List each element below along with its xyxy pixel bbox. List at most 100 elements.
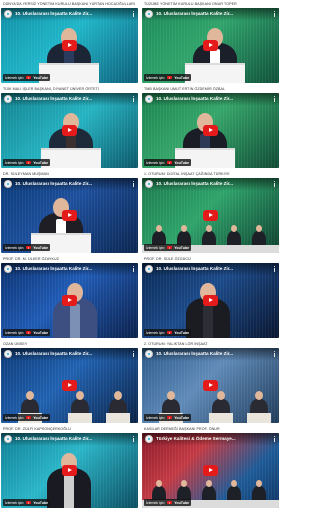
more-options-icon[interactable] (133, 11, 135, 18)
youtube-label: YouTube (174, 160, 190, 165)
channel-logo-icon[interactable] (145, 95, 153, 103)
more-options-icon[interactable] (274, 181, 276, 188)
watch-on-youtube-button[interactable]: İzlemek için: YouTube (144, 159, 192, 166)
watch-on-youtube-button[interactable]: İzlemek için: YouTube (3, 159, 51, 166)
video-embed[interactable]: 10. Uluslararası İnşaatta Kalite Zir... İ… (1, 348, 138, 423)
watch-on-youtube-button[interactable]: İzlemek için: YouTube (3, 414, 51, 421)
channel-logo-icon[interactable] (145, 265, 153, 273)
more-options-icon[interactable] (274, 436, 276, 443)
watch-on-label: İzlemek için: (146, 330, 166, 335)
video-caption: 2. OTURUM: YALIKTAN LÖR İNŞAAT (144, 342, 208, 346)
video-card[interactable]: 1. OTURUM: DİJİTAL İNŞAAT ÇAĞINDA TÜRKİY… (142, 170, 279, 254)
video-card[interactable]: PROF. DR. ZÜLFİ KAPSONÇERKOĞLU 10. Ulusla… (1, 425, 138, 509)
video-card[interactable]: DR. SÜLEYMAN MUŞMAN 10. Uluslararası İnşa… (1, 170, 138, 254)
watch-on-youtube-button[interactable]: İzlemek için: YouTube (144, 414, 192, 421)
more-options-icon[interactable] (133, 96, 135, 103)
more-options-icon[interactable] (274, 266, 276, 273)
video-caption: KASİLAR DERNEĞİ BAŞKANI PROF. ÖNUR (144, 427, 220, 431)
more-options-icon[interactable] (133, 181, 135, 188)
play-button-icon[interactable] (62, 125, 77, 136)
video-embed[interactable]: 10. Uluslararası İnşaatta Kalite Zir... İ… (142, 8, 279, 83)
play-button-icon[interactable] (62, 295, 77, 306)
video-card[interactable]: DÜNYA'DA YERSİZ YÖNETİM KURULU BAŞKANI Y… (1, 0, 138, 84)
lectern (185, 63, 245, 83)
more-options-icon[interactable] (274, 96, 276, 103)
video-title[interactable]: 10. Uluslararası İnşaatta Kalite Zir... (15, 10, 92, 18)
play-button-icon[interactable] (203, 465, 218, 476)
video-title[interactable]: 10. Uluslararası İnşaatta Kalite Zir... (156, 265, 233, 273)
video-embed[interactable]: 10. Uluslararası İnşaatta Kalite Zir... İ… (1, 178, 138, 253)
video-embed[interactable]: 10. Uluslararası İnşaatta Kalite Zir... İ… (1, 93, 138, 168)
video-card[interactable]: TÜZÜBE YÖNETİM KURULU BAŞKANI ONUR TOPER… (142, 0, 279, 84)
channel-logo-icon[interactable] (4, 265, 12, 273)
video-embed[interactable]: Türkiye Kalitesi & Ödeme Sermaye... İzlem… (142, 433, 279, 508)
channel-logo-icon[interactable] (4, 10, 12, 18)
watch-on-label: İzlemek için: (146, 415, 166, 420)
video-card[interactable]: PROF. DR. M. ÜLKER ÖZAYKUZ 10. Uluslarara… (1, 255, 138, 339)
video-title[interactable]: 10. Uluslararası İnşaatta Kalite Zir... (156, 180, 233, 188)
video-title[interactable]: 10. Uluslararası İnşaatta Kalite Zir... (15, 265, 92, 273)
video-embed[interactable]: 10. Uluslararası İnşaatta Kalite Zir... İ… (142, 348, 279, 423)
more-options-icon[interactable] (133, 266, 135, 273)
watch-on-youtube-button[interactable]: İzlemek için: YouTube (144, 329, 192, 336)
watch-on-label: İzlemek için: (5, 500, 25, 505)
video-caption: TMB BAŞKANI UMUT ERTİN ÖZDEMİR ÖZBAL (144, 87, 226, 91)
channel-logo-icon[interactable] (145, 10, 153, 18)
channel-logo-icon[interactable] (4, 350, 12, 358)
watch-on-youtube-button[interactable]: İzlemek için: YouTube (144, 499, 192, 506)
video-caption: OZAN ÜNSEY (3, 342, 28, 346)
video-card[interactable]: 2. OTURUM: YALIKTAN LÖR İNŞAAT 10. Ulusla… (142, 340, 279, 424)
watch-on-youtube-button[interactable]: İzlemek için: YouTube (3, 499, 51, 506)
video-embed[interactable]: 10. Uluslararası İnşaatta Kalite Zir... İ… (1, 8, 138, 83)
video-title[interactable]: Türkiye Kalitesi & Ödeme Sermaye... (156, 435, 236, 443)
video-title[interactable]: 10. Uluslararası İnşaatta Kalite Zir... (15, 95, 92, 103)
video-embed[interactable]: 10. Uluslararası İnşaatta Kalite Zir... İ… (142, 178, 279, 253)
video-embed[interactable]: 10. Uluslararası İnşaatta Kalite Zir... İ… (142, 263, 279, 338)
watch-on-youtube-button[interactable]: İzlemek için: YouTube (3, 244, 51, 251)
video-title[interactable]: 10. Uluslararası İnşaatta Kalite Zir... (156, 10, 233, 18)
guest-head (255, 391, 263, 400)
video-title[interactable]: 10. Uluslararası İnşaatta Kalite Zir... (156, 350, 233, 358)
channel-logo-icon[interactable] (145, 350, 153, 358)
play-button-icon[interactable] (62, 380, 77, 391)
watch-on-youtube-button[interactable]: İzlemek için: YouTube (3, 74, 51, 81)
video-card[interactable]: PROF. DR. SÜLE ÖZGÜCÜ 10. Uluslararası İn… (142, 255, 279, 339)
youtube-logo-icon (26, 500, 32, 505)
video-embed[interactable]: 10. Uluslararası İnşaatta Kalite Zir... İ… (1, 433, 138, 508)
channel-logo-icon[interactable] (4, 180, 12, 188)
play-button-icon[interactable] (203, 210, 218, 221)
watch-on-youtube-button[interactable]: İzlemek için: YouTube (144, 74, 192, 81)
video-embed[interactable]: 10. Uluslararası İnşaatta Kalite Zir... İ… (142, 93, 279, 168)
video-card[interactable]: OZAN ÜNSEY 10. Uluslararası İnşaatta Kali… (1, 340, 138, 424)
youtube-label: YouTube (174, 500, 190, 505)
youtube-label: YouTube (174, 415, 190, 420)
guest-head (114, 391, 122, 400)
play-button-icon[interactable] (62, 40, 77, 51)
video-embed[interactable]: 10. Uluslararası İnşaatta Kalite Zir... İ… (1, 263, 138, 338)
play-button-icon[interactable] (203, 380, 218, 391)
video-card[interactable]: TÜİK MALİ İŞLER BAŞKANI, DİYANET ÜNİVER … (1, 85, 138, 169)
watch-on-youtube-button[interactable]: İzlemek için: YouTube (3, 329, 51, 336)
watch-on-youtube-button[interactable]: İzlemek için: YouTube (144, 244, 192, 251)
channel-logo-icon[interactable] (4, 435, 12, 443)
video-card[interactable]: KASİLAR DERNEĞİ BAŞKANI PROF. ÖNUR Türkiy… (142, 425, 279, 509)
play-button-icon[interactable] (203, 125, 218, 136)
more-options-icon[interactable] (133, 436, 135, 443)
channel-logo-icon[interactable] (4, 95, 12, 103)
play-button-icon[interactable] (62, 465, 77, 476)
video-title[interactable]: 10. Uluslararası İnşaatta Kalite Zir... (15, 180, 92, 188)
more-options-icon[interactable] (133, 351, 135, 358)
channel-logo-icon[interactable] (145, 435, 153, 443)
play-button-icon[interactable] (203, 40, 218, 51)
play-button-icon[interactable] (62, 210, 77, 221)
channel-logo-icon[interactable] (145, 180, 153, 188)
video-card[interactable]: TMB BAŞKANI UMUT ERTİN ÖZDEMİR ÖZBAL 10. … (142, 85, 279, 169)
panelist-head (156, 225, 162, 232)
video-title[interactable]: 10. Uluslararası İnşaatta Kalite Zir... (15, 350, 92, 358)
more-options-icon[interactable] (274, 11, 276, 18)
more-options-icon[interactable] (274, 351, 276, 358)
play-button-icon[interactable] (203, 295, 218, 306)
video-caption: PROF. DR. ZÜLFİ KAPSONÇERKOĞLU (3, 427, 71, 431)
video-title[interactable]: 10. Uluslararası İnşaatta Kalite Zir... (156, 95, 233, 103)
video-title[interactable]: 10. Uluslararası İnşaatta Kalite Zir... (15, 435, 92, 443)
